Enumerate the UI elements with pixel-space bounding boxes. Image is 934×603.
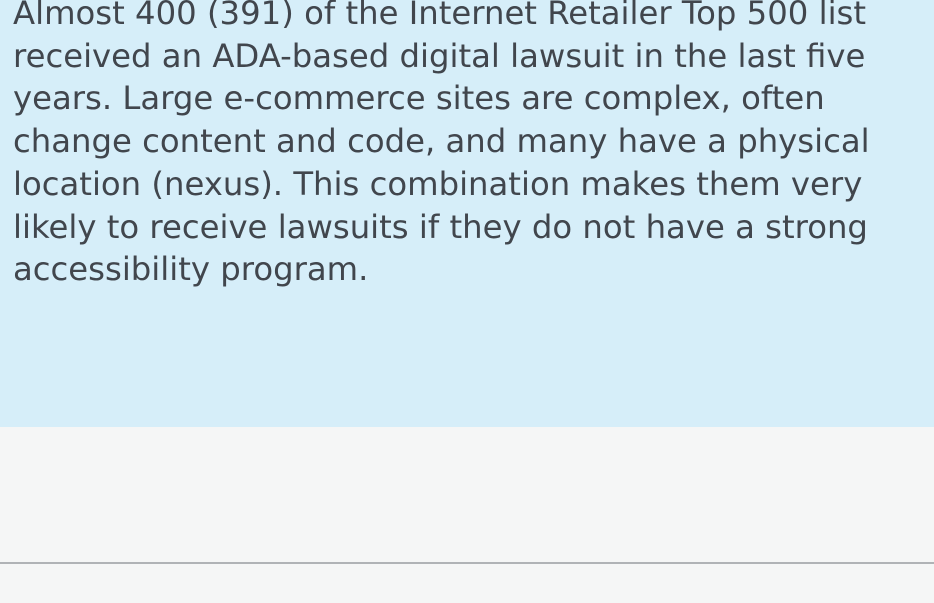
callout-text: Almost 400 (391) of the Internet Retaile… <box>13 0 870 289</box>
lower-content-area <box>0 427 934 603</box>
info-callout: Almost 400 (391) of the Internet Retaile… <box>0 0 934 427</box>
horizontal-divider <box>0 562 934 564</box>
